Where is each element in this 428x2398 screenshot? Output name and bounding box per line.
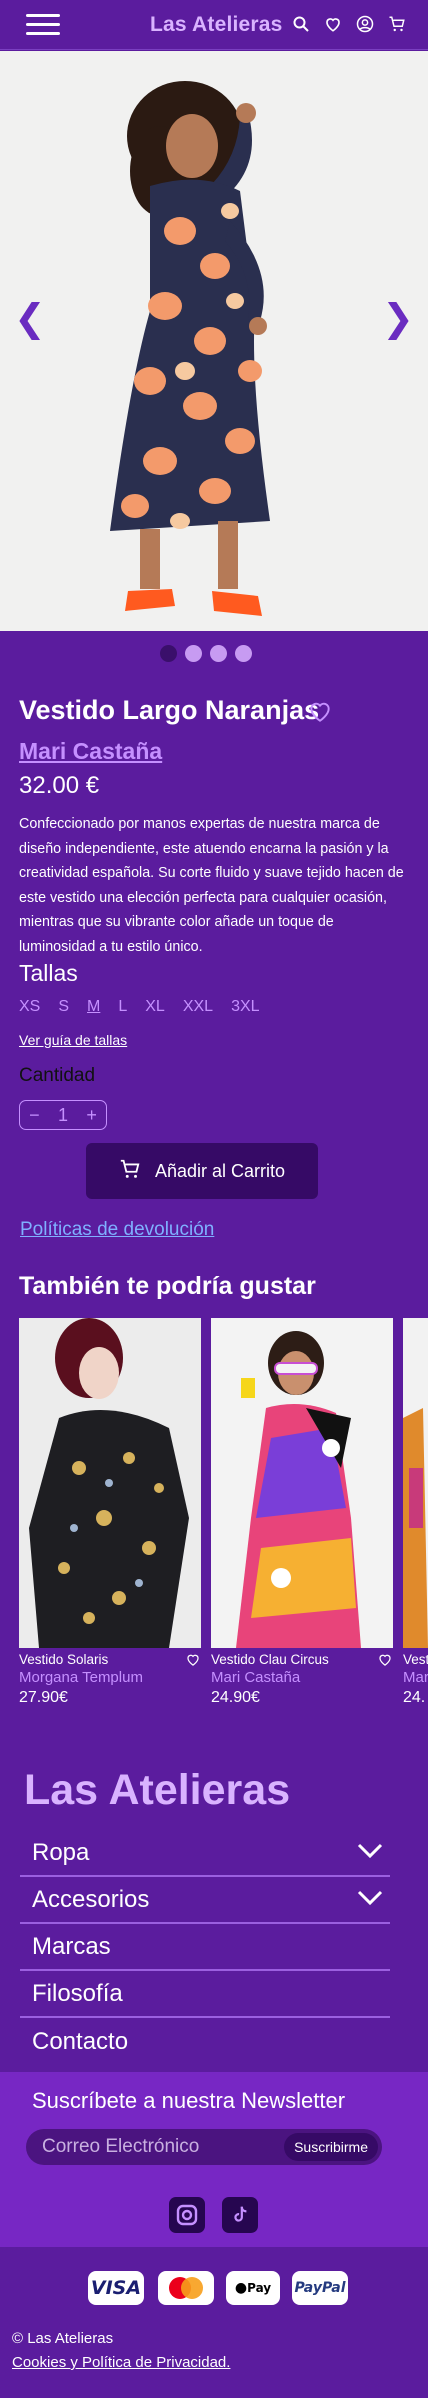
footer-menu-label: Filosofía [32,1979,123,2007]
footer-menu-item-filosofia[interactable]: Filosofía [20,1971,390,2018]
newsletter-title: Suscríbete a nuestra Newsletter [32,2088,346,2113]
user-icon[interactable] [356,15,374,33]
carousel-dot[interactable] [210,645,227,662]
recommendation-name-text: Vestido Clau Circus [211,1652,329,1667]
brand-logo[interactable]: Las Atelieras [150,13,283,37]
recommendation-price: 24.90€ [211,1689,260,1706]
quantity-value[interactable]: 1 [58,1105,68,1126]
carousel-prev-icon[interactable]: ❮ [14,296,46,340]
footer-menu-label: Marcas [32,1932,111,1960]
apple-pay-icon: ● Pay [226,2271,280,2305]
wishlist-heart-icon[interactable] [306,698,334,724]
apple-pay-label: Pay [247,2281,272,2295]
size-option[interactable]: XL [145,998,165,1016]
footer-menu-label: Accesorios [32,1885,150,1913]
size-option[interactable]: 3XL [231,998,259,1016]
privacy-link[interactable]: Cookies y Política de Privacidad. [12,2354,230,2371]
chevron-down-icon [356,1886,384,1914]
header-icons [292,15,406,33]
recommendation-card[interactable]: Vest Mar 24. [403,1318,428,1707]
paypal-icon: PayPal [292,2271,348,2305]
quantity-minus-button[interactable]: − [29,1105,40,1126]
footer-menu-label: Ropa [32,1838,90,1866]
recommendation-name: Vestido Clau Circus [211,1652,393,1667]
heart-icon[interactable] [324,15,342,33]
apple-icon: ● [234,2280,248,2296]
size-option-selected[interactable]: M [87,998,100,1016]
visa-icon: VISA [88,2271,144,2305]
footer-bottom [0,2247,428,2398]
site-header: Las Atelieras [0,0,428,50]
recommendation-name-text: Vestido Solaris [19,1652,109,1667]
cart-icon[interactable] [388,15,406,33]
recommendation-name: Vestido Solaris [19,1652,201,1667]
search-icon[interactable] [292,15,310,33]
footer-menu-item-ropa[interactable]: Ropa [20,1830,390,1877]
size-option[interactable]: XS [19,998,40,1016]
carousel-dots [160,645,252,662]
copyright: © Las Atelieras [12,2330,114,2347]
recommendation-designer[interactable]: Mar [403,1669,428,1686]
size-option[interactable]: S [58,998,69,1016]
size-guide-link[interactable]: Ver guía de tallas [19,1032,127,1048]
returns-policy-link[interactable]: Políticas de devolución [20,1219,214,1241]
product-designer-link[interactable]: Mari Castaña [19,738,162,765]
size-selector: XS S M L XL XXL 3XL [19,998,260,1016]
recommendation-designer[interactable]: Mari Castaña [211,1669,393,1686]
add-to-cart-label: Añadir al Carrito [154,1160,286,1181]
size-option[interactable]: L [118,998,127,1016]
recommendation-card[interactable]: Vestido Clau Circus Mari Castaña 24.90€ [211,1318,393,1707]
carousel-dot[interactable] [185,645,202,662]
recommendation-designer[interactable]: Morgana Templum [19,1669,201,1686]
recommendation-image[interactable] [19,1318,201,1648]
newsletter-section: Suscríbete a nuestra Newsletter Suscribi… [0,2072,428,2247]
recommendations-title: También te podría gustar [19,1272,316,1300]
cart-icon [119,1158,141,1185]
size-option[interactable]: XXL [183,998,213,1016]
footer-menu-item-marcas[interactable]: Marcas [20,1924,390,1971]
heart-icon[interactable] [185,1652,201,1667]
sizes-title: Tallas [19,960,78,986]
menu-icon[interactable] [26,14,60,36]
mastercard-icon [158,2271,214,2305]
footer-menu-label: Contacto [32,2027,129,2055]
add-to-cart-button[interactable]: Añadir al Carrito [86,1143,318,1199]
recommendation-image[interactable] [403,1318,428,1648]
chevron-down-icon [356,1839,384,1867]
footer-menu-item-accesorios[interactable]: Accesorios [20,1877,390,1924]
recommendation-image[interactable] [211,1318,393,1648]
heart-icon[interactable] [377,1652,393,1667]
footer-logo[interactable]: Las Atelieras [24,1766,290,1815]
carousel-dot[interactable] [235,645,252,662]
recommendation-name: Vest [403,1652,428,1667]
recommendation-card[interactable]: Vestido Solaris Morgana Templum 27.90€ [19,1318,201,1707]
newsletter-email-input[interactable] [42,2132,282,2162]
product-title: Vestido Largo Naranjas [19,695,320,725]
product-image: ❮ ❯ [0,51,428,631]
quantity-stepper: − 1 + [19,1100,107,1130]
product-description: Confeccionado por manos expertas de nues… [19,816,404,955]
footer-menu-item-contacto[interactable]: Contacto [20,2018,390,2065]
carousel-dot[interactable] [160,645,177,662]
product-price: 32.00 € [19,772,100,799]
quantity-plus-button[interactable]: + [86,1105,97,1126]
recommendation-price: 27.90€ [19,1689,68,1706]
footer-menu: Ropa Accesorios Marcas Filosofía Contact… [20,1830,390,2065]
quantity-title: Cantidad [19,1065,96,1086]
tiktok-icon[interactable] [222,2197,258,2233]
instagram-icon[interactable] [169,2197,205,2233]
newsletter-form: Suscribirme [26,2129,382,2165]
subscribe-button[interactable]: Suscribirme [284,2133,378,2161]
carousel-next-icon[interactable]: ❯ [382,296,414,340]
recommendation-price: 24. [403,1689,426,1706]
